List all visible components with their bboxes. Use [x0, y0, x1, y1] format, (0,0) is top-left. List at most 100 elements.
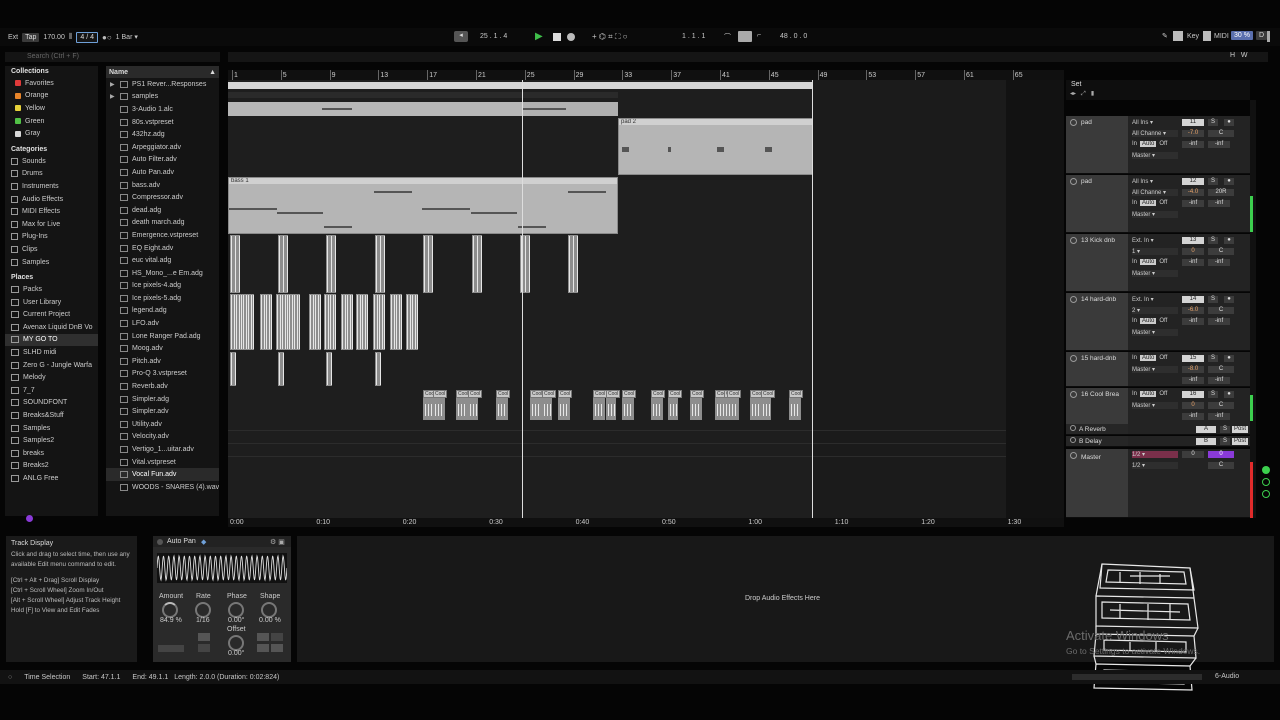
place-item[interactable]: Avenax Liquid DnB Vo: [5, 321, 98, 334]
track-activator[interactable]: 15: [1182, 355, 1204, 362]
category-item[interactable]: Drums: [5, 168, 98, 181]
monitor-in[interactable]: In: [1132, 318, 1137, 324]
file-item[interactable]: Vocal Fun.adv: [106, 468, 219, 481]
draw-mode-icon[interactable]: ✎: [1162, 32, 1168, 40]
monitor-off[interactable]: Off: [1159, 141, 1167, 147]
fold-icon[interactable]: [1070, 391, 1077, 398]
volume-field[interactable]: -4.0: [1182, 189, 1204, 196]
audio-clip[interactable]: Cool: [690, 390, 705, 420]
fold-icon[interactable]: [1070, 425, 1076, 431]
track-name[interactable]: 15 hard-dnb: [1066, 352, 1128, 386]
audio-clip[interactable]: Cool: [651, 390, 666, 420]
clip-pad-2[interactable]: pad 2: [618, 118, 813, 175]
audio-clip[interactable]: Cool: [727, 390, 742, 420]
input-type-menu[interactable]: Ext. In ▾: [1132, 237, 1154, 244]
shape-toggle[interactable]: [257, 644, 269, 652]
song-position-field[interactable]: 25 . 1 . 4: [480, 33, 507, 40]
output-menu[interactable]: Master ▾: [1132, 329, 1178, 336]
file-item[interactable]: Lone Ranger Pad.adg: [106, 330, 219, 343]
output-menu[interactable]: Master ▾: [1132, 402, 1178, 409]
place-item[interactable]: Samples: [5, 422, 98, 435]
monitor-switch[interactable]: In Auto Off: [1132, 318, 1167, 324]
arm-button[interactable]: ●: [1224, 237, 1234, 244]
audio-clip[interactable]: Cool: [606, 390, 621, 420]
time-signature-field[interactable]: 4 / 4: [76, 31, 98, 43]
track-header[interactable]: pad All Ins ▾ All Channe ▾ In Auto Off Master …: [1066, 116, 1250, 174]
record-icon[interactable]: [567, 33, 575, 41]
monitor-in[interactable]: In: [1132, 391, 1137, 397]
audio-clip[interactable]: [406, 294, 418, 350]
collection-item[interactable]: Gray: [5, 127, 98, 140]
solo-button[interactable]: S: [1208, 178, 1218, 185]
midi-clip[interactable]: [522, 102, 618, 116]
monitor-in[interactable]: In: [1132, 355, 1137, 361]
audio-clip[interactable]: Cool: [456, 390, 471, 420]
monitor-switch[interactable]: In Auto Off: [1132, 259, 1167, 265]
audio-clip[interactable]: [326, 235, 336, 293]
stop-icon[interactable]: [553, 33, 561, 41]
cue-volume-field[interactable]: 0: [1208, 451, 1234, 458]
collection-item[interactable]: Favorites: [5, 77, 98, 90]
audio-clip[interactable]: Cool: [542, 390, 557, 420]
monitor-switch[interactable]: In Auto Off: [1132, 200, 1167, 206]
pan-field[interactable]: C: [1208, 402, 1234, 409]
file-item[interactable]: 3-Audio 1.alc: [106, 103, 219, 116]
audio-clip[interactable]: [423, 235, 433, 293]
offset-value[interactable]: 0.00°: [228, 650, 244, 657]
arm-button[interactable]: ●: [1224, 391, 1234, 398]
solo-button[interactable]: S: [1208, 391, 1218, 398]
master-volume-field[interactable]: 0: [1182, 451, 1204, 458]
category-item[interactable]: Max for Live: [5, 218, 98, 231]
pan-field[interactable]: C: [1208, 366, 1234, 373]
name-column-header[interactable]: Name ▲: [106, 66, 219, 78]
monitor-dot[interactable]: [1262, 478, 1270, 486]
audio-clip[interactable]: [309, 294, 321, 350]
follow-button[interactable]: ◂: [454, 31, 468, 42]
keyboard-icon[interactable]: [1173, 31, 1183, 41]
category-item[interactable]: Clips: [5, 243, 98, 256]
shape-value[interactable]: 0.00 %: [259, 617, 281, 624]
collection-item[interactable]: Yellow: [5, 102, 98, 115]
volume-field[interactable]: -6.0: [1182, 307, 1204, 314]
device-menu-icon[interactable]: ⚙ ▣: [270, 538, 285, 546]
file-item[interactable]: legend.adg: [106, 305, 219, 318]
audio-clip[interactable]: Cool: [558, 390, 573, 420]
input-channel-menu[interactable]: 1 ▾: [1132, 248, 1178, 255]
file-item[interactable]: Pitch.adv: [106, 355, 219, 368]
quantize-menu[interactable]: 1 Bar ▾: [116, 33, 138, 41]
solo-button[interactable]: S: [1208, 119, 1218, 126]
input-channel-menu[interactable]: 2 ▾: [1132, 307, 1178, 314]
amount-value[interactable]: 84.9 %: [160, 617, 182, 624]
file-item[interactable]: dead.adg: [106, 204, 219, 217]
audio-clip[interactable]: [242, 294, 254, 350]
shape-toggle[interactable]: [271, 633, 283, 641]
pan-field[interactable]: 20R: [1208, 189, 1234, 196]
fold-icon[interactable]: [1070, 452, 1077, 459]
volume-field[interactable]: -8.0: [1182, 366, 1204, 373]
hz-toggle[interactable]: [198, 644, 210, 652]
punch-in-icon[interactable]: ⌒: [724, 32, 731, 42]
file-item[interactable]: Simpler.adv: [106, 405, 219, 418]
record-dot-icon[interactable]: ●○: [102, 33, 112, 42]
file-item[interactable]: Pro-Q 3.vstpreset: [106, 368, 219, 381]
file-item[interactable]: EQ Eight.adv: [106, 242, 219, 255]
place-item[interactable]: Breaks&Stuff: [5, 409, 98, 422]
tap-button[interactable]: Tap: [22, 32, 40, 42]
file-item[interactable]: HS_Mono_...e Em.adg: [106, 267, 219, 280]
monitor-off[interactable]: Off: [1159, 391, 1167, 397]
fold-icon[interactable]: [1070, 119, 1077, 126]
pre-post-toggle[interactable]: Post: [1232, 438, 1248, 445]
monitor-auto[interactable]: Auto: [1140, 141, 1157, 147]
output-menu[interactable]: Master ▾: [1132, 270, 1178, 277]
rate-value[interactable]: 1/16: [196, 617, 210, 624]
set-controls[interactable]: ◂▸ ⤢ ▮: [1070, 90, 1094, 98]
arm-button[interactable]: ●: [1224, 178, 1234, 185]
audio-clip[interactable]: Cool: [423, 390, 438, 420]
audio-clip[interactable]: [568, 235, 578, 293]
input-channel-menu[interactable]: All Channe ▾: [1132, 189, 1178, 196]
track-header[interactable]: 13 Kick dnb Ext. In ▾ 1 ▾ In Auto Off Master ▾…: [1066, 234, 1250, 292]
hw-toggle[interactable]: H W: [1230, 52, 1248, 59]
audio-clip[interactable]: [278, 352, 284, 386]
track-header[interactable]: 14 hard-dnb Ext. In ▾ 2 ▾ In Auto Off Master ▾…: [1066, 293, 1250, 351]
loop-length-field[interactable]: 48 . 0 . 0: [780, 33, 807, 40]
